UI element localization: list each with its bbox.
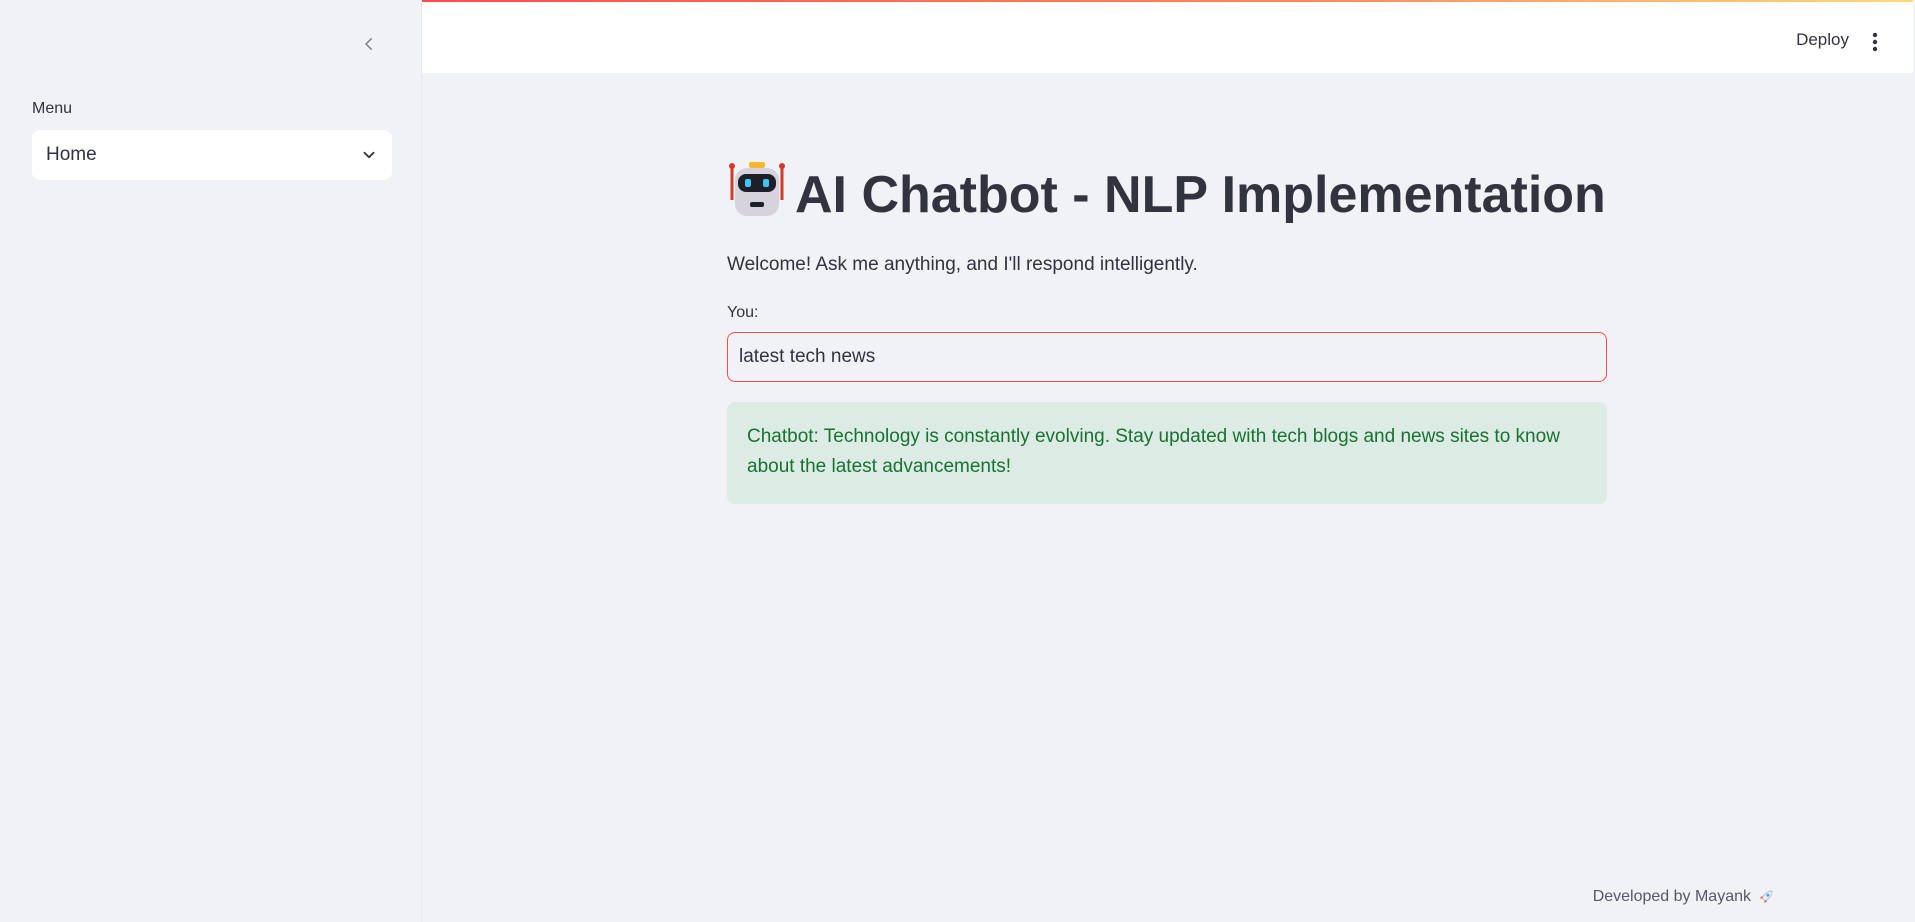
footer: Developed by Mayank	[1593, 888, 1775, 906]
rocket-icon	[1760, 890, 1773, 903]
input-label: You:	[727, 304, 759, 321]
chevron-left-icon	[365, 38, 372, 50]
menu-select[interactable]: Home	[32, 130, 392, 180]
header: Deploy	[422, 0, 1913, 73]
robot-icon	[729, 162, 785, 216]
footer-text: Developed by Mayank	[1592, 888, 1751, 905]
app: Menu Home Deploy AI Chatbot - NLP Implem…	[0, 0, 1915, 922]
kebab-menu-icon	[1872, 32, 1878, 52]
deploy-button[interactable]: Deploy	[1796, 30, 1849, 50]
welcome-text: Welcome! Ask me anything, and I'll respo…	[727, 254, 1198, 275]
collapse-sidebar-button[interactable]	[355, 30, 383, 58]
page-title: AI Chatbot - NLP Implementation	[727, 160, 1607, 228]
chat-input[interactable]	[727, 332, 1607, 382]
sidebar: Menu Home	[0, 0, 422, 922]
page-title-text: AI Chatbot - NLP Implementation	[795, 166, 1606, 224]
main-content: AI Chatbot - NLP Implementation Welcome!…	[727, 160, 1607, 504]
decoration-bar	[422, 0, 1913, 2]
menu-label: Menu	[32, 100, 73, 117]
chevron-down-icon	[363, 151, 375, 159]
main-menu-button[interactable]	[1865, 30, 1885, 54]
menu-selected-value: Home	[46, 144, 97, 165]
chatbot-response: Chatbot: Technology is constantly evolvi…	[727, 402, 1607, 504]
